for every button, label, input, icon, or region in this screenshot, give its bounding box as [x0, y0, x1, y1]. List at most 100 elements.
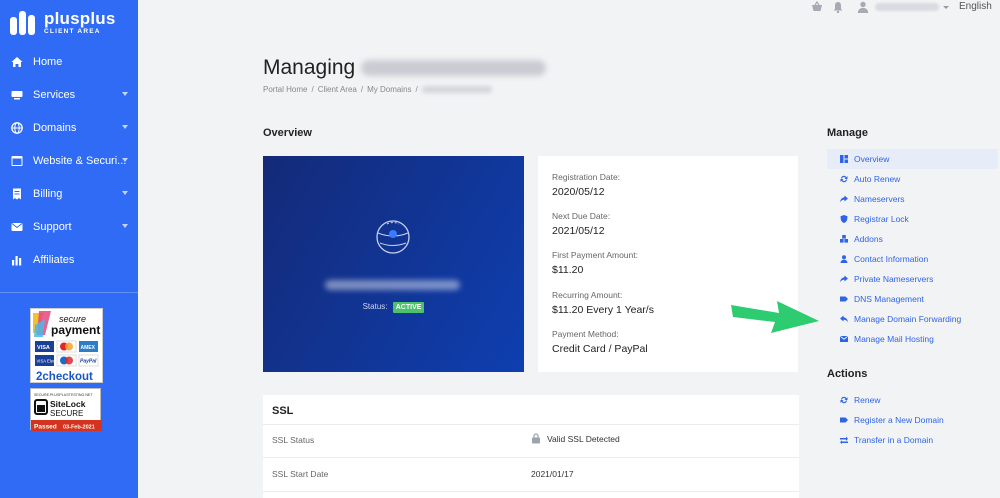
2checkout-secure-payment-badge[interactable]: secure payment VISA AMEX VISA Electron P…	[30, 308, 103, 383]
sidebar-item-label: Support	[33, 220, 72, 233]
checkout-brand: 2checkout	[36, 371, 93, 383]
sitelock-logo-icon: SECURE.PLUSPLUSTESTING.NET SiteLock SECU…	[31, 393, 102, 431]
share-icon	[840, 195, 848, 203]
share-icon	[840, 275, 848, 283]
sidebar-nav: Home Services Domains Website & Securi..…	[0, 45, 138, 276]
manage-item-addons[interactable]: Addons	[827, 229, 998, 249]
chevron-down-icon[interactable]	[943, 6, 949, 9]
ssl-heading: SSL	[272, 405, 294, 417]
brand-name: plusplus	[44, 9, 116, 29]
manage-item-registrar-lock[interactable]: Registrar Lock	[827, 209, 998, 229]
server-icon	[11, 90, 23, 99]
breadcrumb-client-area[interactable]: Client Area	[318, 85, 357, 94]
manage-item-contact-information[interactable]: Contact Information	[827, 249, 998, 269]
plusplus-logo-icon	[10, 11, 38, 35]
manage-item-domain-forwarding[interactable]: Manage Domain Forwarding	[827, 309, 998, 329]
bell-icon[interactable]	[832, 1, 844, 13]
svg-text:Passed: Passed	[34, 424, 57, 431]
sidebar-item-label: Domains	[33, 121, 77, 134]
cart-basket-icon[interactable]	[811, 1, 823, 13]
reply-icon	[840, 315, 848, 323]
user-icon[interactable]	[857, 1, 869, 13]
registration-date-field: Registration Date: 2020/05/12	[552, 172, 621, 198]
sidebar-item-billing[interactable]: Billing	[0, 177, 138, 210]
ssl-status-label: SSL Status	[272, 435, 315, 445]
shield-icon	[840, 215, 848, 223]
language-selector[interactable]: English	[959, 1, 992, 12]
sidebar-item-label: Services	[33, 88, 76, 101]
svg-text:AMEX: AMEX	[81, 345, 96, 351]
mail-icon	[840, 335, 848, 342]
chevron-down-icon	[122, 92, 128, 96]
invoice-icon	[13, 188, 21, 199]
breadcrumb-my-domains[interactable]: My Domains	[367, 85, 411, 94]
top-bar	[138, 0, 1000, 14]
brand-logo[interactable]: plusplus CLIENT AREA	[10, 8, 116, 38]
sidebar: plusplus CLIENT AREA Home Services Domai…	[0, 0, 138, 498]
domain-overview-card: Status: ACTIVE	[263, 156, 524, 372]
domain-info-card: Registration Date: 2020/05/12 Next Due D…	[538, 156, 798, 372]
manage-heading: Manage	[827, 127, 868, 139]
manage-item-nameservers[interactable]: Nameservers	[827, 189, 998, 209]
domain-status: Status: ACTIVE	[263, 302, 524, 313]
sidebar-item-label: Billing	[33, 187, 63, 200]
payment-method-field: Payment Method: Credit Card / PayPal	[552, 329, 648, 355]
chevron-down-icon	[122, 158, 128, 162]
redacted-domain-name	[325, 280, 460, 290]
manage-item-dns-management[interactable]: DNS Management	[827, 289, 998, 309]
action-transfer-domain[interactable]: Transfer in a Domain	[827, 430, 998, 450]
action-renew[interactable]: Renew	[827, 390, 998, 410]
sidebar-divider	[0, 292, 138, 293]
window-icon	[11, 155, 23, 166]
sync-icon	[840, 396, 848, 404]
sidebar-item-label: Home	[33, 55, 63, 68]
recurring-amount-field: Recurring Amount: $11.20 Every 1 Year/s	[552, 290, 654, 316]
svg-text:03-Feb-2021: 03-Feb-2021	[63, 425, 95, 431]
ssl-start-date-label: SSL Start Date	[272, 469, 329, 479]
breadcrumb-redacted-domain	[421, 86, 492, 93]
overview-heading: Overview	[263, 127, 312, 139]
brand-subtitle: CLIENT AREA	[44, 28, 101, 36]
tag-icon	[840, 296, 848, 302]
envelope-icon	[11, 222, 23, 231]
lock-icon	[532, 433, 540, 444]
exchange-icon	[840, 436, 848, 444]
action-register-new-domain[interactable]: Register a New Domain	[827, 410, 998, 430]
redacted-domain-name	[361, 60, 547, 76]
sidebar-item-affiliates[interactable]: Affiliates	[0, 243, 138, 276]
svg-text:SECURE: SECURE	[50, 409, 83, 418]
svg-text:SiteLock: SiteLock	[50, 399, 86, 409]
manage-item-private-nameservers[interactable]: Private Nameservers	[827, 269, 998, 289]
actions-menu: Renew Register a New Domain Transfer in …	[827, 390, 998, 450]
breadcrumb: Portal Home / Client Area / My Domains /	[263, 85, 492, 94]
sidebar-item-website-security[interactable]: Website & Securi...	[0, 144, 138, 177]
chevron-down-icon	[122, 224, 128, 228]
svg-text:PayPal: PayPal	[80, 359, 97, 365]
manage-item-mail-hosting[interactable]: Manage Mail Hosting	[827, 329, 998, 349]
bar-chart-icon	[12, 255, 22, 265]
globe-icon	[376, 220, 410, 254]
sidebar-item-label: Affiliates	[33, 253, 75, 266]
svg-text:SECURE.PLUSPLUSTESTING.NET: SECURE.PLUSPLUSTESTING.NET	[34, 393, 93, 397]
chevron-down-icon	[122, 125, 128, 129]
tag-icon	[840, 417, 848, 423]
page-title: Managing	[263, 56, 356, 79]
sitelock-secure-badge[interactable]: SECURE.PLUSPLUSTESTING.NET SiteLock SECU…	[30, 388, 102, 431]
actions-heading: Actions	[827, 368, 868, 380]
manage-item-auto-renew[interactable]: Auto Renew	[827, 169, 998, 189]
breadcrumb-portal-home[interactable]: Portal Home	[263, 85, 307, 94]
status-badge: ACTIVE	[392, 302, 425, 313]
cubes-icon	[840, 235, 848, 243]
globe-icon	[11, 121, 23, 134]
sidebar-item-domains[interactable]: Domains	[0, 111, 138, 144]
user-menu-name[interactable]	[875, 3, 939, 11]
user-icon	[840, 255, 848, 263]
sync-icon	[840, 175, 848, 183]
sidebar-item-support[interactable]: Support	[0, 210, 138, 243]
chevron-down-icon	[122, 191, 128, 195]
manage-item-overview[interactable]: Overview	[827, 149, 998, 169]
sidebar-item-home[interactable]: Home	[0, 45, 138, 78]
sidebar-item-services[interactable]: Services	[0, 78, 138, 111]
home-icon	[11, 56, 23, 67]
first-payment-amount-field: First Payment Amount: $11.20	[552, 250, 638, 276]
